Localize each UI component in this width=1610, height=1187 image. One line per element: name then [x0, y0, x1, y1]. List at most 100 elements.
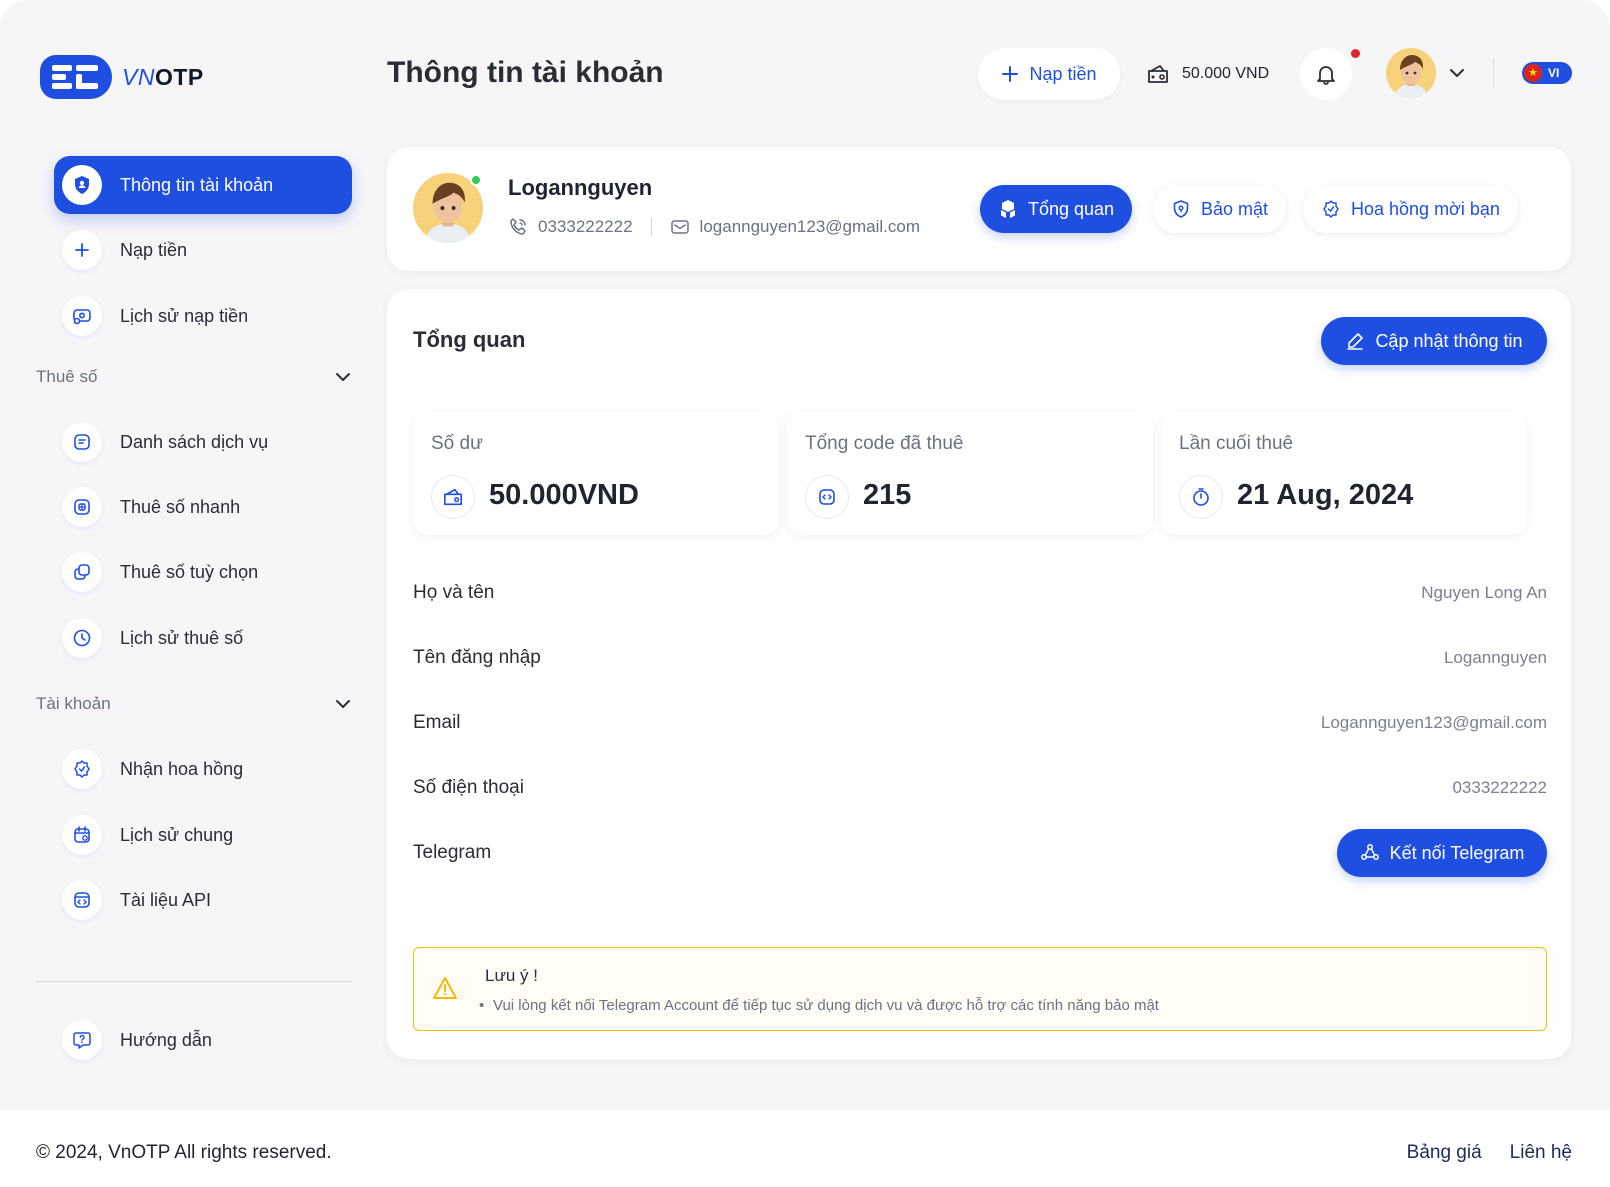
- phone-icon: [510, 218, 526, 235]
- user-avatar[interactable]: [1386, 48, 1436, 98]
- sidebar-item-topup[interactable]: Nạp tiền: [54, 221, 352, 279]
- profile-card: Logannguyen 0333222222 logannguyen123@gm…: [387, 147, 1571, 271]
- header-topup-label: Nạp tiền: [1029, 63, 1097, 84]
- note-title: Lưu ý !: [485, 966, 538, 985]
- user-shield-icon: [62, 165, 102, 205]
- stat-value: 215: [863, 479, 912, 511]
- vietnam-flag-icon: ★: [1524, 64, 1542, 82]
- stat-label: Lần cuối thuê: [1179, 433, 1294, 454]
- clock-icon: [62, 618, 102, 658]
- mail-icon: [670, 220, 689, 234]
- overview-card: Tổng quan Cập nhật thông tin Số dư 50.00…: [387, 289, 1571, 1059]
- field-key: Telegram: [413, 842, 492, 863]
- badge-icon: [1323, 200, 1339, 218]
- footer-link-pricing[interactable]: Bảng giá: [1407, 1142, 1482, 1164]
- avatar-image: [1386, 48, 1436, 98]
- profile-email: logannguyen123@gmail.com: [699, 217, 920, 236]
- tab-referral-commission[interactable]: Hoa hồng mời bạn: [1303, 185, 1518, 233]
- profile-name: Logannguyen: [508, 175, 653, 200]
- sidebar-item-guide[interactable]: Hướng dẫn: [54, 1011, 352, 1069]
- api-icon: [62, 880, 102, 920]
- wallet-icon: [431, 475, 475, 519]
- field-key: Email: [413, 712, 461, 733]
- tab-label: Hoa hồng mời bạn: [1351, 198, 1500, 219]
- stat-value: 21 Aug, 2024: [1237, 479, 1414, 511]
- footer-links: Bảng giá Liên hệ: [1407, 1142, 1572, 1164]
- sidebar-divider: [36, 981, 352, 982]
- field-row-phone: Số điện thoại 0333222222: [413, 770, 1547, 806]
- profile-phone: 0333222222: [538, 217, 633, 236]
- header-divider: [1493, 58, 1494, 88]
- update-info-button[interactable]: Cập nhật thông tin: [1321, 317, 1547, 365]
- logo-mark-icon: [40, 55, 112, 99]
- badge-icon: [62, 749, 102, 789]
- overview-title: Tổng quan: [413, 327, 526, 352]
- sidebar-section-rent[interactable]: Thuê số: [36, 362, 352, 392]
- header-topup-button[interactable]: Nạp tiền: [978, 48, 1120, 100]
- online-status-dot: [470, 174, 482, 186]
- field-row-telegram: Telegram Kết nối Telegram: [413, 829, 1547, 877]
- sidebar-item-topup-history[interactable]: Lịch sử nạp tiền: [54, 287, 352, 345]
- footer: © 2024, VnOTP All rights reserved. Bảng …: [0, 1110, 1610, 1187]
- sidebar-item-api-docs[interactable]: Tài liệu API: [54, 871, 352, 929]
- sidebar-item-service-list[interactable]: Danh sách dịch vụ: [54, 413, 352, 471]
- stat-label: Tổng code đã thuê: [805, 433, 964, 454]
- brand-logo[interactable]: VNOTP: [40, 55, 204, 99]
- field-row-fullname: Họ và tên Nguyen Long An: [413, 575, 1547, 611]
- footer-link-contact[interactable]: Liên hệ: [1510, 1142, 1572, 1164]
- header-balance: 50.000 VND: [1146, 58, 1269, 90]
- tab-overview[interactable]: Tổng quan: [980, 185, 1133, 233]
- sidebar-item-label: Lịch sử thuê số: [120, 627, 244, 648]
- field-value: 0333222222: [1452, 778, 1547, 797]
- sidebar-item-label: Tài liệu API: [120, 889, 212, 910]
- shield-icon: [1173, 200, 1189, 218]
- sidebar-section-title: Tài khoản: [36, 694, 111, 713]
- sidebar-item-custom-rent[interactable]: Thuê số tuỳ chọn: [54, 543, 352, 601]
- meta-divider: [650, 218, 652, 236]
- field-row-username: Tên đăng nhập Logannguyen: [413, 640, 1547, 676]
- notification-dot: [1351, 49, 1360, 58]
- tab-label: Tổng quan: [1028, 198, 1115, 219]
- field-value: Nguyen Long An: [1421, 583, 1547, 602]
- sidebar-item-label: Thuê số tuỳ chọn: [120, 561, 259, 582]
- notifications-button[interactable]: [1300, 48, 1352, 100]
- sidebar-item-label: Lịch sử nạp tiền: [120, 305, 249, 326]
- field-key: Tên đăng nhập: [413, 647, 541, 668]
- sidebar-section-title: Thuê số: [36, 367, 98, 386]
- copyright-text: © 2024, VnOTP All rights reserved.: [36, 1142, 332, 1163]
- sidebar-item-commission[interactable]: Nhận hoa hồng: [54, 740, 352, 798]
- plus-icon: [1002, 66, 1019, 82]
- sidebar-item-general-history[interactable]: Lịch sử chung: [54, 806, 352, 864]
- stat-total-codes: Tổng code đã thuê 215: [787, 411, 1153, 535]
- field-row-email: Email Logannguyen123@gmail.com: [413, 705, 1547, 741]
- sim-icon: [62, 487, 102, 527]
- warning-icon: [433, 977, 457, 999]
- sidebar-item-quick-rent[interactable]: Thuê số nhanh: [54, 478, 352, 536]
- sidebar-item-label: Danh sách dịch vụ: [120, 431, 269, 452]
- chevron-down-icon: [336, 373, 350, 381]
- help-chat-icon: [62, 1020, 102, 1060]
- sidebar-item-rent-history[interactable]: Lịch sử thuê số: [54, 609, 352, 667]
- stat-last-rent: Lần cuối thuê 21 Aug, 2024: [1161, 411, 1527, 535]
- field-key: Họ và tên: [413, 582, 495, 603]
- field-value: Logannguyen: [1443, 648, 1547, 667]
- header-balance-value: 50.000 VND: [1182, 65, 1270, 82]
- chevron-down-icon: [336, 700, 350, 708]
- app-shell: VNOTP Thông tin tài khoản Nạp tiền 50.00…: [0, 0, 1610, 1110]
- stat-balance: Số dư 50.000VND: [413, 411, 779, 535]
- field-value: Logannguyen123@gmail.com: [1320, 713, 1547, 732]
- chevron-down-icon[interactable]: [1448, 64, 1466, 82]
- tab-label: Bảo mật: [1201, 198, 1269, 219]
- language-switcher[interactable]: ★ VI: [1522, 62, 1572, 84]
- copy-icon: [62, 552, 102, 592]
- sidebar-item-label: Nạp tiền: [120, 239, 188, 260]
- calendar-icon: [62, 815, 102, 855]
- tab-security[interactable]: Bảo mật: [1153, 185, 1287, 233]
- timer-icon: [1179, 475, 1223, 519]
- page-title: Thông tin tài khoản: [387, 56, 664, 89]
- sidebar-item-label: Nhận hoa hồng: [120, 758, 244, 779]
- sidebar-item-account-info[interactable]: Thông tin tài khoản: [54, 156, 352, 214]
- sidebar-section-account[interactable]: Tài khoản: [36, 689, 352, 719]
- sidebar-item-label: Lịch sử chung: [120, 824, 234, 845]
- connect-telegram-button[interactable]: Kết nối Telegram: [1337, 829, 1547, 877]
